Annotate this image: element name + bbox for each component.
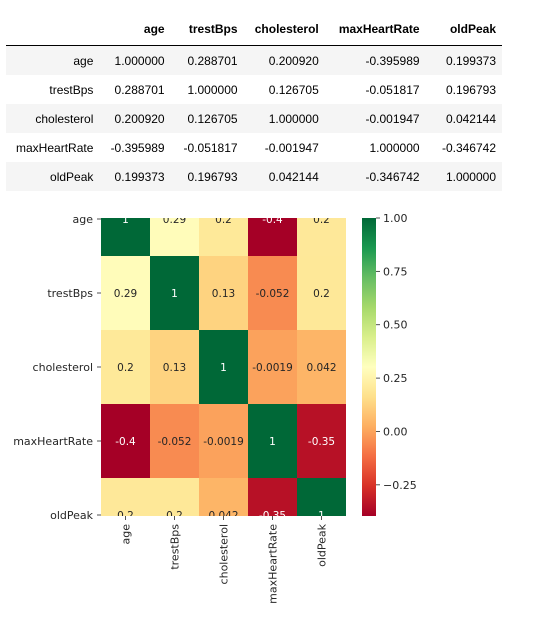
cell-annotation: 0.2 — [313, 288, 330, 300]
colorbar-tick-label: 0.00 — [383, 425, 408, 438]
y-tick-label: trestBps — [47, 287, 93, 300]
cell-annotation: -0.4 — [262, 214, 283, 226]
colorbar-tick-label: 1.00 — [383, 212, 408, 225]
colorbar-tick-label: 0.50 — [383, 319, 408, 332]
cell-annotation: 0.2 — [117, 362, 134, 374]
cell-annotation: 1 — [171, 288, 178, 300]
heatmap-cells: 1 0.29 0.2 -0.4 0.2 0.29 1 0.13 -0.052 0.2 0.2 0.13… — [101, 214, 346, 516]
x-tick-label: cholesterol — [218, 524, 231, 584]
x-tick-label: maxHeartRate — [267, 524, 280, 604]
correlation-heatmap: 1 0.29 0.2 -0.4 0.2 0.29 1 0.13 -0.052 0.2 0.2 0.13… — [13, 212, 417, 604]
cell-annotation: 0.2 — [215, 214, 232, 226]
cell-annotation: 1 — [220, 362, 227, 374]
cell-annotation: 0.2 — [313, 214, 330, 226]
cell-annotation: 1 — [269, 436, 276, 448]
cell-annotation: -0.052 — [158, 436, 192, 448]
x-tick-labels: age trestBps cholesterol maxHeartRate oldPea… — [120, 516, 329, 604]
x-tick-label: oldPeak — [316, 523, 329, 567]
colorbar-tick-label: −0.25 — [383, 479, 417, 492]
cell-annotation: -0.4 — [115, 436, 136, 448]
cell-annotation: -0.35 — [308, 436, 335, 448]
colorbar-tick-label: 0.25 — [383, 372, 408, 385]
colorbar — [362, 218, 376, 516]
y-tick-label: oldPeak — [50, 509, 94, 522]
cell-annotation: -0.052 — [256, 288, 290, 300]
cell-annotation: 0.13 — [163, 362, 186, 374]
cell-annotation: 1 — [122, 214, 129, 226]
colorbar-ticks: 1.00 0.75 0.50 0.25 0.00 −0.25 — [376, 212, 417, 492]
y-tick-label: age — [73, 213, 94, 226]
y-tick-label: cholesterol — [33, 361, 93, 374]
colorbar-tick-label: 0.75 — [383, 265, 408, 278]
cell-annotation: -0.0019 — [203, 436, 244, 448]
x-tick-label: age — [120, 524, 133, 545]
cell-annotation: 0.042 — [306, 362, 336, 374]
cell-annotation: 0.29 — [163, 214, 186, 226]
x-tick-label: trestBps — [169, 524, 182, 570]
cell-annotation: 0.13 — [212, 288, 235, 300]
cell-annotation: 0.29 — [114, 288, 137, 300]
cell-annotation: -0.0019 — [252, 362, 293, 374]
y-tick-label: maxHeartRate — [13, 435, 93, 448]
y-tick-labels: age trestBps cholesterol maxHeartRate oldPea… — [13, 213, 101, 522]
